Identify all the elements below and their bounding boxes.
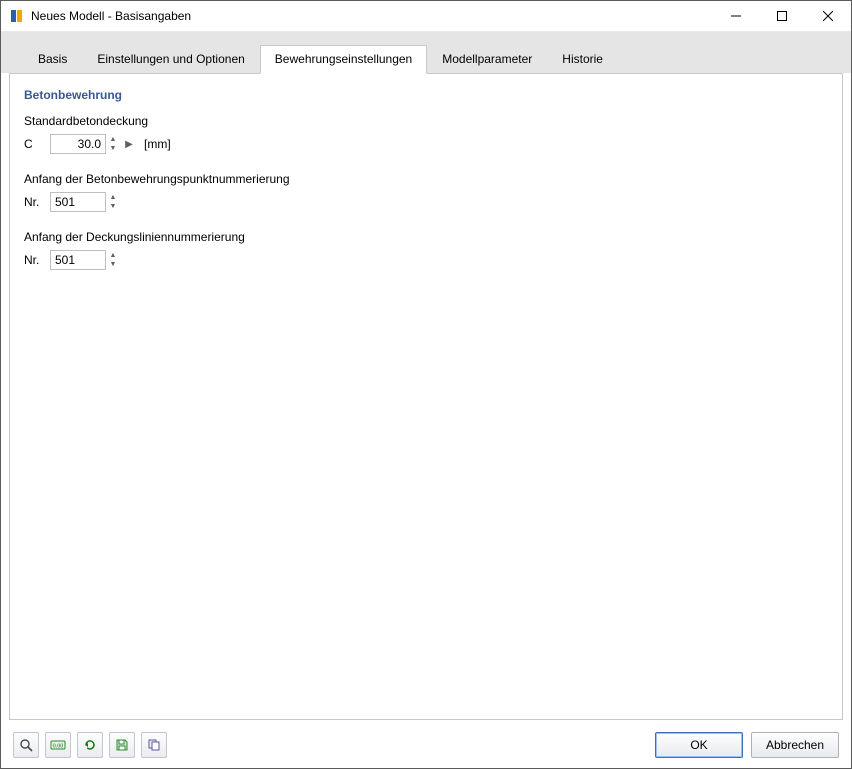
- app-icon: [9, 8, 25, 24]
- button-label: Abbrechen: [766, 738, 824, 752]
- bottom-bar: 0.00 OK Abbrechen: [1, 728, 851, 768]
- point-start-label: Anfang der Betonbewehrungspunktnummerier…: [24, 172, 828, 186]
- tab-settings-options[interactable]: Einstellungen und Optionen: [82, 45, 259, 74]
- spin-down-icon[interactable]: ▼: [108, 202, 118, 211]
- tab-strip: Basis Einstellungen und Optionen Bewehru…: [1, 32, 851, 73]
- copy-settings-button[interactable]: [141, 732, 167, 758]
- line-start-field: ▲ ▼: [50, 250, 118, 270]
- spin-up-icon[interactable]: ▲: [108, 193, 118, 202]
- help-button[interactable]: [13, 732, 39, 758]
- tab-label: Bewehrungseinstellungen: [275, 52, 412, 66]
- refresh-icon: [83, 738, 97, 752]
- save-settings-button[interactable]: [109, 732, 135, 758]
- tab-content: Betonbewehrung Standardbetondeckung C ▲ …: [9, 73, 843, 720]
- cover-input[interactable]: [50, 134, 106, 154]
- point-start-spinner: ▲ ▼: [108, 193, 118, 211]
- point-start-symbol: Nr.: [24, 195, 50, 209]
- close-button[interactable]: [805, 1, 851, 31]
- cover-field: ▲ ▼ ▶: [50, 134, 136, 154]
- magnifier-icon: [19, 738, 33, 752]
- spin-up-icon[interactable]: ▲: [108, 251, 118, 260]
- cancel-button[interactable]: Abbrechen: [751, 732, 839, 758]
- button-label: OK: [690, 738, 707, 752]
- cover-picker-button[interactable]: ▶: [122, 135, 136, 153]
- spin-down-icon[interactable]: ▼: [108, 260, 118, 269]
- tab-label: Modellparameter: [442, 52, 532, 66]
- line-start-row: Nr. ▲ ▼: [24, 250, 828, 270]
- ok-button[interactable]: OK: [655, 732, 743, 758]
- line-start-input[interactable]: [50, 250, 106, 270]
- units-icon: 0.00: [50, 738, 66, 752]
- tab-model-parameters[interactable]: Modellparameter: [427, 45, 547, 74]
- spin-down-icon[interactable]: ▼: [108, 144, 118, 153]
- point-start-input[interactable]: [50, 192, 106, 212]
- tab-basis[interactable]: Basis: [23, 45, 82, 74]
- window-title: Neues Modell - Basisangaben: [31, 9, 713, 23]
- tab-label: Historie: [562, 52, 603, 66]
- copy-icon: [147, 738, 161, 752]
- maximize-button[interactable]: [759, 1, 805, 31]
- line-start-symbol: Nr.: [24, 253, 50, 267]
- section-title: Betonbewehrung: [24, 88, 828, 102]
- tab-history[interactable]: Historie: [547, 45, 618, 74]
- titlebar: Neues Modell - Basisangaben: [1, 1, 851, 32]
- units-button[interactable]: 0.00: [45, 732, 71, 758]
- cover-unit: [mm]: [144, 137, 171, 151]
- save-icon: [115, 738, 129, 752]
- svg-text:0.00: 0.00: [53, 744, 64, 750]
- dialog-window: Neues Modell - Basisangaben Basis Einste…: [0, 0, 852, 769]
- arrow-right-icon: ▶: [125, 139, 133, 150]
- cover-row: C ▲ ▼ ▶ [mm]: [24, 134, 828, 154]
- tab-label: Basis: [38, 52, 67, 66]
- line-start-label: Anfang der Deckungsliniennummerierung: [24, 230, 828, 244]
- spin-up-icon[interactable]: ▲: [108, 135, 118, 144]
- cover-label: Standardbetondeckung: [24, 114, 828, 128]
- point-start-row: Nr. ▲ ▼: [24, 192, 828, 212]
- window-controls: [713, 1, 851, 31]
- minimize-button[interactable]: [713, 1, 759, 31]
- reset-button[interactable]: [77, 732, 103, 758]
- line-start-spinner: ▲ ▼: [108, 251, 118, 269]
- tab-label: Einstellungen und Optionen: [97, 52, 244, 66]
- cover-spinner: ▲ ▼: [108, 135, 118, 153]
- tab-reinforcement-settings[interactable]: Bewehrungseinstellungen: [260, 45, 427, 74]
- point-start-field: ▲ ▼: [50, 192, 118, 212]
- cover-symbol: C: [24, 137, 50, 151]
